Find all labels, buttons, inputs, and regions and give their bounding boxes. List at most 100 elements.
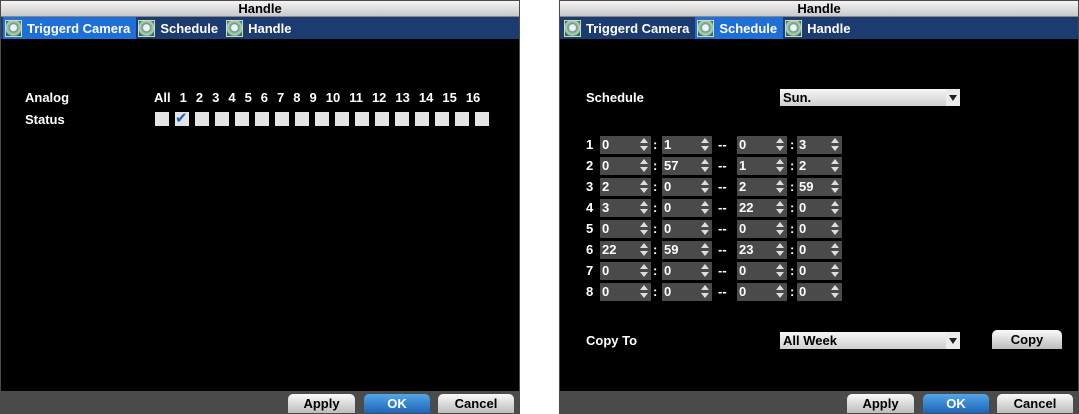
camera-checkbox[interactable] (315, 112, 329, 126)
time-spinbox[interactable]: 0 (662, 178, 712, 196)
time-spinbox[interactable]: 0 (662, 220, 712, 238)
time-spinbox[interactable]: 22 (737, 199, 787, 217)
time-spinbox[interactable]: 3 (797, 136, 842, 154)
tab-schedule[interactable]: Schedule (136, 17, 224, 39)
ok-button[interactable]: OK (923, 394, 989, 413)
time-spinbox[interactable]: 1 (737, 157, 787, 175)
time-spinbox[interactable]: 2 (737, 178, 787, 196)
time-spinbox[interactable]: 1 (662, 136, 712, 154)
time-spinbox[interactable]: 0 (797, 283, 842, 301)
time-spinbox[interactable]: 0 (737, 136, 787, 154)
tab-schedule[interactable]: Schedule (695, 17, 784, 39)
time-spinbox[interactable]: 23 (737, 241, 787, 259)
camera-checkbox[interactable] (455, 112, 469, 126)
time-spinbox[interactable]: 0 (797, 220, 842, 238)
camera-checkbox[interactable] (355, 112, 369, 126)
camera-number-label: 9 (309, 90, 317, 105)
tab-handle[interactable]: Handle (783, 17, 856, 39)
spinner-arrows-icon[interactable] (700, 221, 710, 237)
time-spinbox[interactable]: 59 (797, 178, 842, 196)
spinner-arrows-icon[interactable] (700, 158, 710, 174)
spinner-arrows-icon[interactable] (775, 200, 785, 216)
spinner-arrows-icon[interactable] (830, 284, 840, 300)
time-spinbox[interactable]: 0 (797, 241, 842, 259)
time-spinbox[interactable]: 2 (600, 178, 651, 196)
time-spinbox[interactable]: 0 (797, 262, 842, 280)
spinner-arrows-icon[interactable] (830, 158, 840, 174)
apply-button[interactable]: Apply (288, 394, 355, 413)
tab-bar: Triggerd Camera Schedule Handle (560, 17, 1078, 39)
spinner-arrows-icon[interactable] (775, 179, 785, 195)
time-spinbox[interactable]: 0 (737, 220, 787, 238)
time-spinbox[interactable]: 57 (662, 157, 712, 175)
camera-checkbox[interactable] (275, 112, 289, 126)
time-spinbox[interactable]: 0 (600, 220, 651, 238)
time-range-dash: -- (718, 263, 727, 278)
spinner-arrows-icon[interactable] (830, 200, 840, 216)
spinner-arrows-icon[interactable] (639, 242, 649, 258)
time-spinbox[interactable]: 22 (600, 241, 651, 259)
spinner-arrows-icon[interactable] (830, 242, 840, 258)
spinner-arrows-icon[interactable] (639, 284, 649, 300)
spinner-arrows-icon[interactable] (775, 158, 785, 174)
spinner-arrows-icon[interactable] (775, 137, 785, 153)
time-spinbox[interactable]: 0 (600, 283, 651, 301)
tab-triggered-camera[interactable]: Triggerd Camera (562, 17, 695, 39)
copy-button[interactable]: Copy (992, 330, 1062, 349)
spinner-arrows-icon[interactable] (700, 284, 710, 300)
spinner-arrows-icon[interactable] (639, 179, 649, 195)
camera-checkbox[interactable] (235, 112, 249, 126)
cancel-button[interactable]: Cancel (438, 394, 514, 413)
copy-to-select[interactable]: All Week (780, 332, 960, 349)
time-colon: : (653, 221, 658, 236)
time-spinbox[interactable]: 0 (737, 262, 787, 280)
spinner-arrows-icon[interactable] (639, 137, 649, 153)
tab-handle[interactable]: Handle (224, 17, 297, 39)
schedule-day-select[interactable]: Sun. (780, 89, 960, 106)
spinner-arrows-icon[interactable] (639, 221, 649, 237)
camera-checkbox[interactable] (395, 112, 409, 126)
spinner-arrows-icon[interactable] (830, 263, 840, 279)
time-spinbox[interactable]: 3 (600, 199, 651, 217)
apply-button[interactable]: Apply (847, 394, 914, 413)
time-spinbox[interactable]: 0 (797, 199, 842, 217)
ok-button[interactable]: OK (364, 394, 430, 413)
spinner-arrows-icon[interactable] (775, 263, 785, 279)
spinner-arrows-icon[interactable] (775, 284, 785, 300)
camera-all-checkbox[interactable] (155, 112, 169, 126)
time-spinbox[interactable]: 0 (600, 157, 651, 175)
spinner-arrows-icon[interactable] (830, 137, 840, 153)
tab-triggered-camera[interactable]: Triggerd Camera (3, 17, 137, 39)
time-spinbox[interactable]: 59 (662, 241, 712, 259)
time-spinbox[interactable]: 0 (662, 283, 712, 301)
spinner-arrows-icon[interactable] (775, 221, 785, 237)
spinner-arrows-icon[interactable] (700, 179, 710, 195)
time-spinbox[interactable]: 2 (797, 157, 842, 175)
time-spinbox[interactable]: 0 (600, 136, 651, 154)
camera-checkbox[interactable] (295, 112, 309, 126)
spinner-arrows-icon[interactable] (830, 179, 840, 195)
camera-checkbox[interactable] (195, 112, 209, 126)
spinner-arrows-icon[interactable] (700, 200, 710, 216)
time-spinbox[interactable]: 0 (662, 262, 712, 280)
camera-checkbox[interactable] (215, 112, 229, 126)
spinner-arrows-icon[interactable] (700, 137, 710, 153)
camera-checkbox[interactable] (335, 112, 349, 126)
camera-checkbox[interactable] (435, 112, 449, 126)
spinner-arrows-icon[interactable] (700, 242, 710, 258)
spinner-arrows-icon[interactable] (700, 263, 710, 279)
spinner-arrows-icon[interactable] (639, 158, 649, 174)
camera-checkbox[interactable] (375, 112, 389, 126)
time-spinbox[interactable]: 0 (600, 262, 651, 280)
time-spinbox[interactable]: 0 (662, 199, 712, 217)
spinner-arrows-icon[interactable] (775, 242, 785, 258)
spinner-arrows-icon[interactable] (639, 200, 649, 216)
camera-checkbox[interactable] (255, 112, 269, 126)
cancel-button[interactable]: Cancel (997, 394, 1073, 413)
camera-checkbox[interactable] (175, 109, 189, 127)
spinner-arrows-icon[interactable] (830, 221, 840, 237)
camera-checkbox[interactable] (415, 112, 429, 126)
camera-checkbox[interactable] (475, 112, 489, 126)
time-spinbox[interactable]: 0 (737, 283, 787, 301)
spinner-arrows-icon[interactable] (639, 263, 649, 279)
